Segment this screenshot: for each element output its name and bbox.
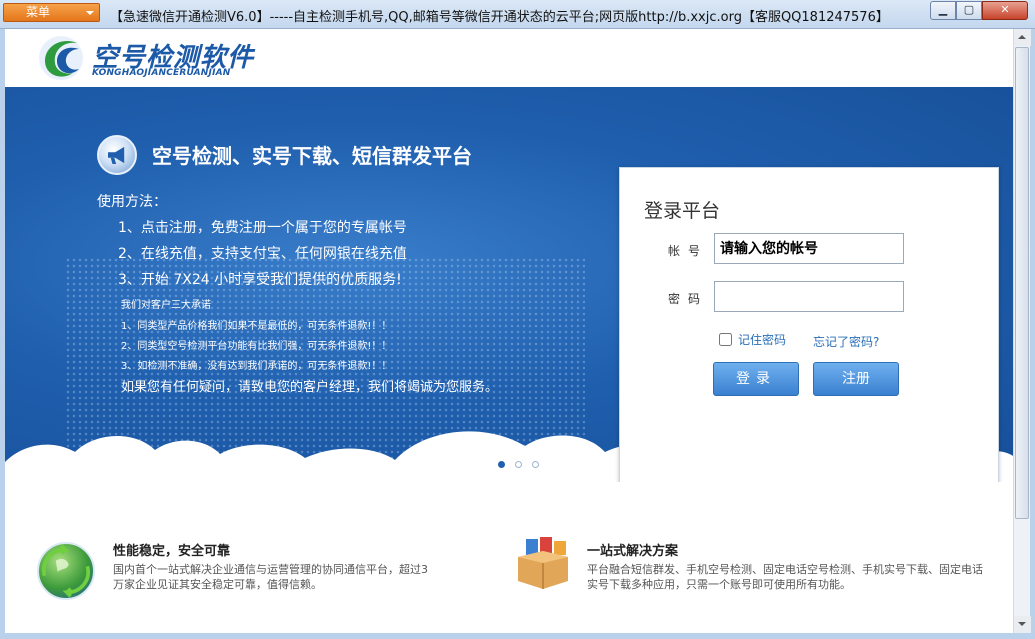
- remember-password[interactable]: 记住密码: [719, 331, 786, 348]
- slide-dot[interactable]: [515, 461, 522, 468]
- globe-icon: [37, 542, 95, 600]
- usage-step: 2、在线充值，支持支付宝、任何网银在线充值: [118, 246, 407, 262]
- vertical-scrollbar[interactable]: [1013, 29, 1031, 633]
- feature-title: 一站式解决方案: [587, 544, 679, 559]
- promise-item: 1、同类型产品价格我们如果不是最低的，可无条件退款!！！: [121, 321, 392, 332]
- menu-button[interactable]: 菜单: [3, 3, 100, 22]
- login-title: 登录平台: [644, 200, 721, 222]
- chevron-down-icon: [86, 11, 94, 15]
- forgot-password-link[interactable]: 忘记了密码?: [813, 333, 879, 350]
- feature-description: 国内首个一站式解决企业通信与运营管理的协同通信平台，超过3万家企业见证其安全稳定…: [113, 563, 428, 591]
- window-titlebar: 菜单 【急速微信开通检测V6.0】-----自主检测手机号,QQ,邮箱号等微信开…: [0, 0, 1035, 29]
- password-label: 密码: [668, 292, 709, 306]
- usage-step: 3、开始 7X24 小时享受我们提供的优质服务!: [118, 272, 402, 288]
- password-input[interactable]: [714, 281, 904, 312]
- maximize-button[interactable]: ▢: [956, 1, 982, 20]
- logo-swoosh-icon: [39, 36, 83, 80]
- promise-item: 2、同类型空号检测平台功能有比我们强，可无条件退款!！！: [121, 341, 392, 352]
- megaphone-icon: [97, 135, 137, 175]
- username-label: 帐号: [668, 244, 709, 258]
- promise-item: 3、如检测不准确，没有达到我们承诺的，可无条件退款!！！: [121, 361, 392, 372]
- hero-banner: 空号检测、实号下载、短信群发平台 使用方法： 1、点击注册，免费注册一个属于您的…: [5, 87, 1013, 482]
- page-content: 空号检测软件 KONGHAOJIANCERUANJIAN 空号检测、实号下载、短…: [5, 29, 1013, 633]
- site-header: 空号检测软件 KONGHAOJIANCERUANJIAN: [5, 29, 1013, 87]
- logo-subtitle: KONGHAOJIANCERUANJIAN: [92, 68, 231, 78]
- scroll-thumb[interactable]: [1015, 47, 1029, 519]
- banner-slogan: 空号检测、实号下载、短信群发平台: [152, 144, 472, 168]
- login-button[interactable]: 登录: [713, 362, 799, 396]
- package-icon: [518, 537, 568, 589]
- remember-label: 记住密码: [738, 333, 787, 347]
- register-button[interactable]: 注册: [813, 362, 899, 396]
- menu-button-label: 菜单: [26, 5, 51, 19]
- username-input[interactable]: [714, 233, 904, 264]
- remember-checkbox[interactable]: [719, 333, 732, 346]
- scroll-up-arrow-icon[interactable]: [1014, 29, 1031, 46]
- minimize-button[interactable]: ▁: [930, 1, 956, 20]
- usage-title: 使用方法：: [97, 194, 167, 210]
- login-panel: 登录平台 帐号 密码 记住密码 忘记了密码? 登录 注册: [619, 167, 999, 482]
- slide-dot-active[interactable]: [498, 461, 505, 468]
- feature-title: 性能稳定，安全可靠: [113, 544, 231, 559]
- usage-step: 1、点击注册，免费注册一个属于您的专属帐号: [118, 220, 407, 236]
- slide-dot[interactable]: [532, 461, 539, 468]
- slide-indicator: [498, 453, 549, 472]
- feature-description: 平台融合短信群发、手机空号检测、固定电话空号检测、手机实号下载、固定电话实号下载…: [587, 563, 983, 591]
- window-title: 【急速微信开通检测V6.0】-----自主检测手机号,QQ,邮箱号等微信开通状态…: [110, 10, 889, 25]
- contact-note: 如果您有任何疑问，请致电您的客户经理，我们将竭诚为您服务。: [121, 380, 499, 395]
- scroll-down-arrow-icon[interactable]: [1014, 616, 1031, 633]
- close-button[interactable]: ✕: [982, 1, 1028, 20]
- promise-title: 我们对客户三大承诺: [121, 300, 211, 311]
